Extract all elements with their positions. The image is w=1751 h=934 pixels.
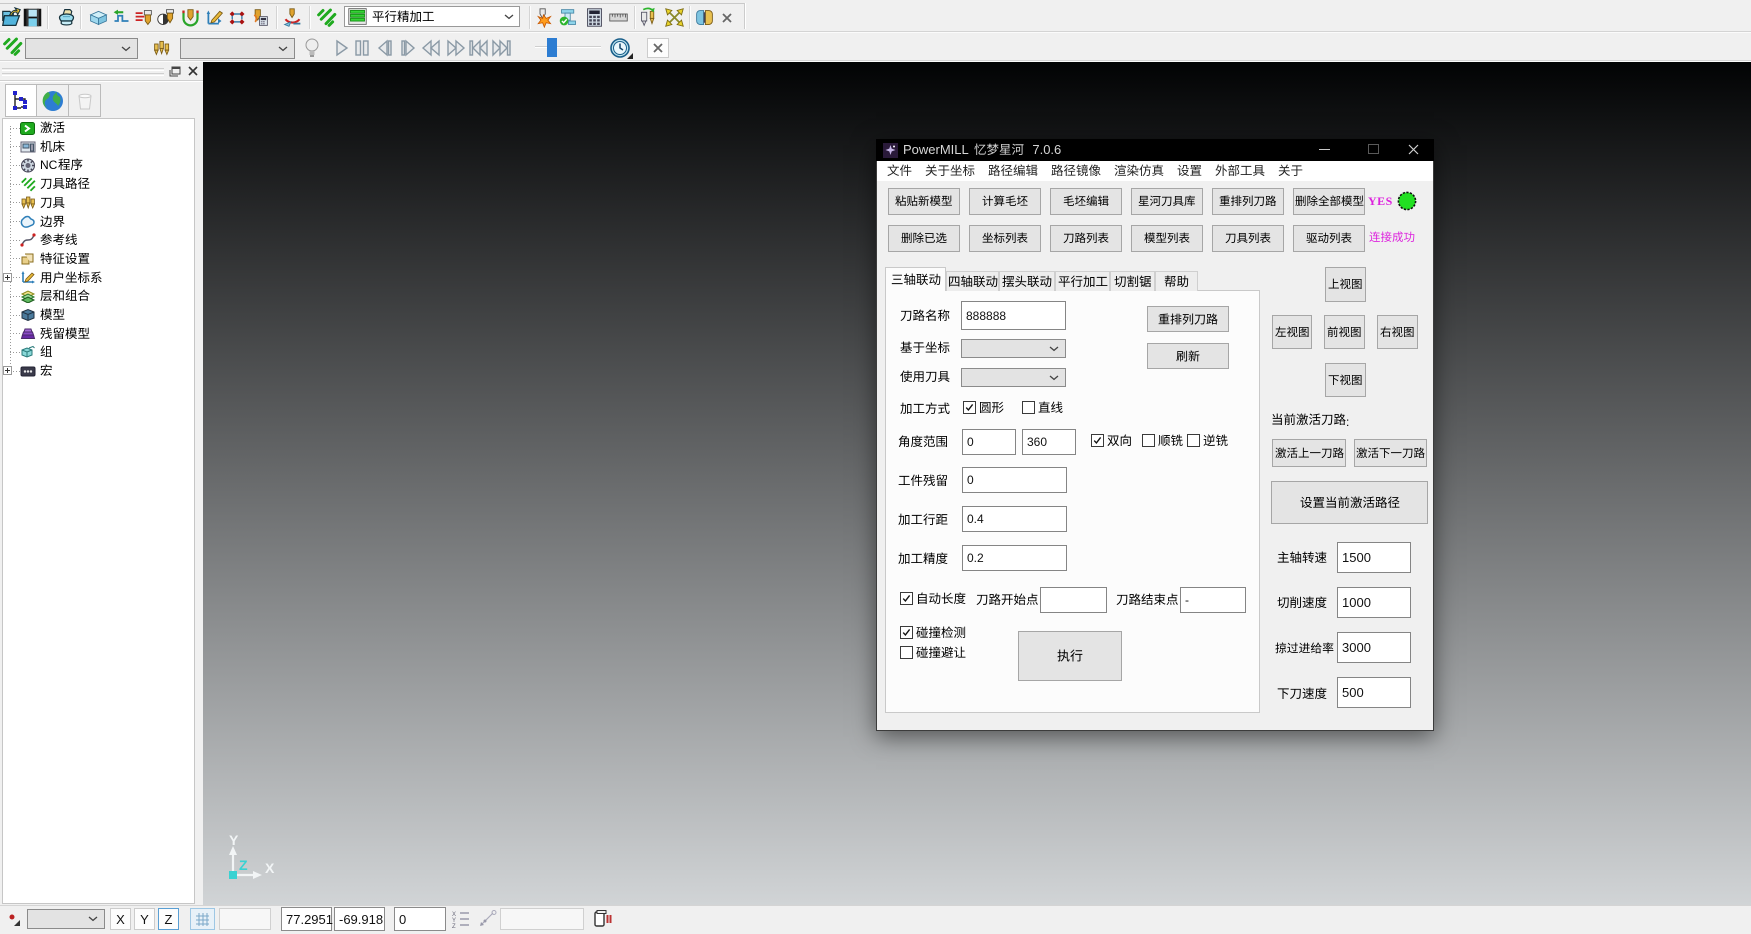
svg-text:Z: Z: [452, 924, 456, 928]
svg-text:Y: Y: [229, 832, 239, 848]
svg-text:X: X: [265, 860, 275, 876]
svg-text:Z: Z: [239, 857, 248, 873]
